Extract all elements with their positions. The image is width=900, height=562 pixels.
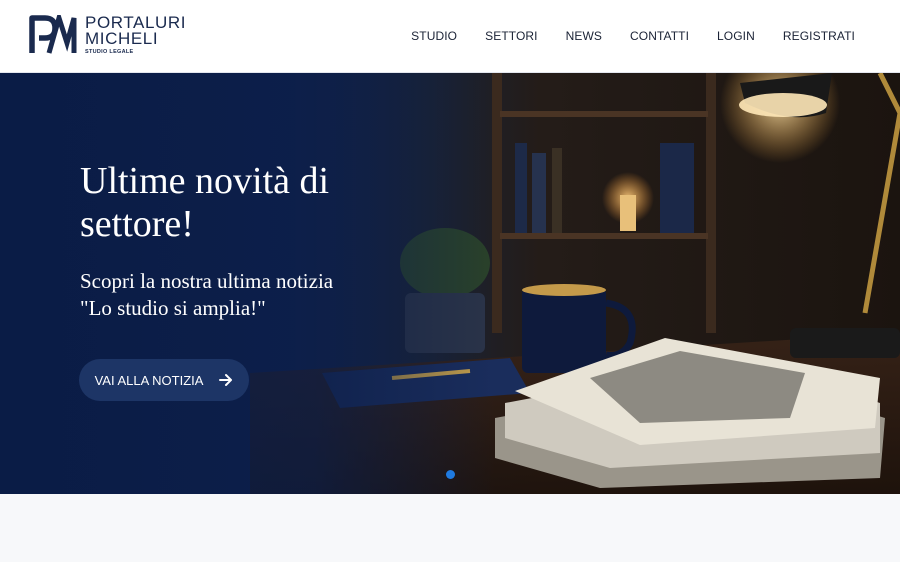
logo-monogram-icon xyxy=(29,15,77,54)
arrow-right-icon xyxy=(219,374,233,386)
content-section xyxy=(0,494,900,562)
slider-dot-active[interactable] xyxy=(446,470,455,479)
hero-subtitle-line2: "Lo studio si amplia!" xyxy=(80,296,266,320)
hero-slider: Ultime novità di settore! Scopri la nost… xyxy=(0,73,900,494)
hero-subtitle-line1: Scopri la nostra ultima notizia xyxy=(80,269,334,293)
read-news-button[interactable]: VAI ALLA NOTIZIA xyxy=(79,359,249,401)
nav-item-contatti[interactable]: CONTATTI xyxy=(630,29,689,43)
nav-item-registrati[interactable]: REGISTRATI xyxy=(783,29,855,43)
nav-item-settori[interactable]: SETTORI xyxy=(485,29,538,43)
read-news-button-label: VAI ALLA NOTIZIA xyxy=(94,372,204,388)
nav-item-studio[interactable]: STUDIO xyxy=(411,29,457,43)
nav-item-news[interactable]: NEWS xyxy=(566,29,602,43)
brand-name-line2: MICHELI xyxy=(85,29,159,48)
hero-subtitle: Scopri la nostra ultima notizia "Lo stud… xyxy=(80,268,410,322)
nav-item-login[interactable]: LOGIN xyxy=(717,29,755,43)
main-nav: STUDIO SETTORI NEWS CONTATTI LOGIN REGIS… xyxy=(383,29,855,43)
slider-pagination xyxy=(446,470,455,479)
hero-title: Ultime novità di settore! xyxy=(80,160,330,245)
brand-tagline: STUDIO LEGALE xyxy=(85,49,134,55)
site-header: PORTALURI MICHELI STUDIO LEGALE STUDIO S… xyxy=(0,0,900,73)
logo[interactable]: PORTALURI MICHELI STUDIO LEGALE xyxy=(29,14,186,59)
